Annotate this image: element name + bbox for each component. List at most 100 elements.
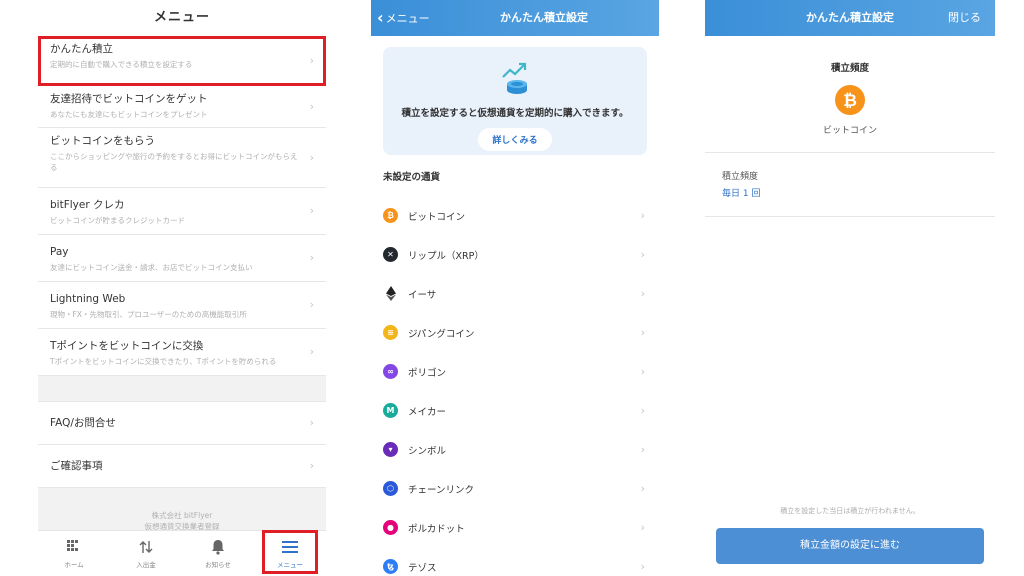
frequency-heading: 積立頻度 [830, 63, 869, 74]
chevron-right-icon: › [309, 99, 314, 113]
chevron-right-icon: › [640, 326, 645, 339]
home-grid-icon [38, 538, 110, 556]
selected-coin-header: 積立頻度 ₿ ビットコイン [705, 36, 995, 153]
section-title: 未設定の通貨 [383, 172, 441, 183]
maker-icon: M [383, 403, 398, 418]
currency-name: ポリゴン [408, 367, 447, 379]
menu-item-label: ビットコインをもらう [50, 135, 155, 147]
menu-item-desc: 定期的に自動で購入できる積立を設定する [50, 60, 193, 69]
menu-item-label: FAQ/お問合せ [50, 417, 116, 429]
menu-item-desc: 友達にビットコイン送金・請求、お店でビットコイン支払い [50, 263, 253, 272]
menu-item-label: Tポイントをビットコインに交換 [50, 340, 204, 352]
chevron-right-icon: › [640, 521, 645, 534]
promo-text: 積立を設定すると仮想通貨を定期的に購入できます。 [401, 108, 629, 119]
chevron-right-icon: › [640, 482, 645, 495]
bitcoin-icon: ₿ [383, 208, 398, 223]
menu-item-label: かんたん積立 [50, 43, 113, 55]
currency-name: ジパングコイン [408, 328, 475, 340]
currency-item-ethereum[interactable]: イーサ › [371, 274, 659, 313]
header-bar: かんたん積立設定 閉じる [705, 0, 995, 36]
polygon-icon: ∞ [383, 364, 398, 379]
menu-item-desc: ここからショッピングや旅行の予約をするとお得にビットコインがもらえる [50, 152, 298, 172]
bell-icon [182, 538, 254, 556]
chevron-right-icon: › [309, 150, 314, 164]
chevron-right-icon: › [640, 248, 645, 261]
ethereum-icon [383, 286, 398, 301]
menu-item-desc: Tポイントをビットコインに交換できたり、Tポイントを貯められる [50, 357, 277, 366]
learn-more-button[interactable]: 詳しくみる [478, 128, 552, 151]
menu-item-label: Pay [50, 246, 69, 258]
frequency-row[interactable]: 積立頻度 毎日 1 回 [705, 153, 995, 217]
currency-name: ポルカドット [408, 523, 465, 535]
close-button[interactable]: 閉じる [948, 0, 981, 36]
menu-item-lightning-web[interactable]: Lightning Web 現物・FX・先物取引、プロユーザーのための高機能取引… [38, 282, 326, 329]
section-divider [38, 376, 326, 402]
currency-item-maker[interactable]: M メイカー › [371, 391, 659, 430]
polkadot-icon: ● [383, 520, 398, 535]
currency-name: メイカー [408, 406, 447, 418]
chevron-right-icon: › [640, 560, 645, 573]
menu-item-kantan-tsumitate[interactable]: かんたん積立 定期的に自動で購入できる積立を設定する › [38, 36, 326, 86]
menu-item-credit-card[interactable]: bitFlyer クレカ ビットコインが貯まるクレジットカード › [38, 188, 326, 235]
currency-name: ビットコイン [408, 211, 466, 223]
menu-item-get-bitcoin[interactable]: ビットコインをもらう ここからショッピングや旅行の予約をするとお得にビットコイン… [38, 128, 326, 188]
tab-deposit-withdraw[interactable]: 入出金 [110, 531, 182, 576]
tab-notifications[interactable]: お知らせ [182, 531, 254, 576]
chevron-right-icon: › [309, 416, 314, 429]
menu-item-desc: 現物・FX・先物取引、プロユーザーのための高機能取引所 [50, 310, 247, 319]
menu-item-label: 友達招待でビットコインをゲット [50, 93, 208, 105]
currency-name: テゾス [408, 562, 437, 574]
currency-item-chainlink[interactable]: ⬡ チェーンリンク › [371, 469, 659, 508]
highlight-box [262, 530, 318, 574]
chevron-right-icon: › [309, 204, 314, 217]
tezos-icon: ꜩ [383, 559, 398, 574]
tab-label: 入出金 [136, 561, 156, 569]
currency-name: チェーンリンク [408, 484, 475, 496]
svg-text:₿: ₿ [843, 91, 857, 111]
menu-item-label: ご確認事項 [50, 460, 103, 472]
chevron-right-icon: › [640, 365, 645, 378]
chevron-right-icon: › [640, 287, 645, 300]
chevron-right-icon: › [309, 251, 314, 264]
xrp-icon: ✕ [383, 247, 398, 262]
currency-item-polkadot[interactable]: ● ポルカドット › [371, 508, 659, 547]
frequency-value: 毎日 1 回 [722, 189, 761, 199]
currency-item-symbol[interactable]: ▾ シンボル › [371, 430, 659, 469]
proceed-to-amount-button[interactable]: 積立金額の設定に進む [716, 528, 984, 564]
frequency-label: 積立頻度 [722, 172, 759, 182]
company-name: 株式会社 bitFlyer [151, 511, 213, 520]
menu-item-desc: あなたにも友達にもビットコインをプレゼント [50, 110, 208, 119]
menu-item-pay[interactable]: Pay 友達にビットコイン送金・請求、お店でビットコイン支払い › [38, 235, 326, 282]
chevron-right-icon: › [640, 404, 645, 417]
currency-item-zipangcoin[interactable]: ≋ ジパングコイン › [371, 313, 659, 352]
tab-home[interactable]: ホーム [38, 531, 110, 576]
header-bar: ‹ メニュー かんたん積立設定 [371, 0, 659, 36]
currency-list: ₿ ビットコイン › ✕ リップル（XRP） › イーサ › ≋ ジパングコイン… [371, 196, 659, 576]
chevron-right-icon: › [640, 209, 645, 222]
chevron-right-icon: › [309, 298, 314, 311]
menu-item-label: Lightning Web [50, 293, 126, 305]
currency-item-bitcoin[interactable]: ₿ ビットコイン › [371, 196, 659, 235]
chevron-right-icon: › [640, 443, 645, 456]
menu-item-desc: ビットコインが貯まるクレジットカード [50, 216, 185, 225]
menu-item-confirmations[interactable]: ご確認事項 › [38, 445, 326, 488]
notice-text: 積立を設定した当日は積立が行われません。 [780, 507, 920, 515]
page-title: メニュー [153, 10, 210, 25]
currency-item-tezos[interactable]: ꜩ テゾス › [371, 547, 659, 576]
currency-name: イーサ [408, 289, 437, 301]
currency-item-polygon[interactable]: ∞ ポリゴン › [371, 352, 659, 391]
transfer-arrows-icon [110, 538, 182, 556]
currency-name: シンボル [408, 445, 447, 457]
chainlink-icon: ⬡ [383, 481, 398, 496]
menu-item-invite-friends[interactable]: 友達招待でビットコインをゲット あなたにも友達にもビットコインをプレゼント › [38, 86, 326, 128]
page-title: かんたん積立設定 [500, 11, 588, 24]
currency-item-xrp[interactable]: ✕ リップル（XRP） › [371, 235, 659, 274]
chevron-right-icon: › [309, 345, 314, 358]
menu-item-tpoint-exchange[interactable]: Tポイントをビットコインに交換 Tポイントをビットコインに交換できたり、Tポイン… [38, 329, 326, 376]
tab-label: ホーム [64, 561, 84, 569]
tsumitate-list-screen: ‹ メニュー かんたん積立設定 積立を設定すると仮想通貨を定期的に購入できます。 … [371, 0, 659, 576]
menu-item-label: bitFlyer クレカ [50, 199, 125, 211]
menu-item-faq[interactable]: FAQ/お問合せ › [38, 402, 326, 445]
symbol-icon: ▾ [383, 442, 398, 457]
tab-label: お知らせ [205, 561, 231, 569]
